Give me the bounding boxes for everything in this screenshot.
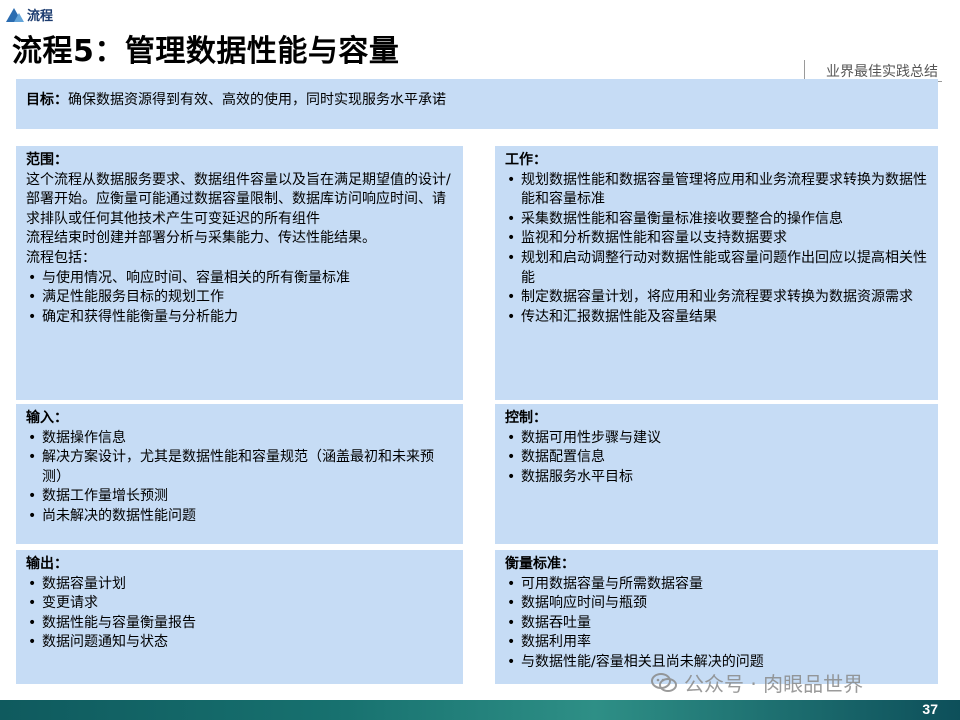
scope-paragraph: 流程包括： xyxy=(26,249,96,266)
scope-list: 与使用情况、响应时间、容量相关的所有衡量标准 满足性能服务目标的规划工作 确定和… xyxy=(26,269,453,328)
work-label: 工作： xyxy=(505,152,547,168)
work-box: 工作： 规划数据性能和数据容量管理将应用和业务流程要求转换为数据性能和容量标准 … xyxy=(495,146,938,400)
list-item: 确定和获得性能衡量与分析能力 xyxy=(26,308,453,328)
work-list: 规划数据性能和数据容量管理将应用和业务流程要求转换为数据性能和容量标准 采集数据… xyxy=(505,171,928,328)
list-item: 数据利用率 xyxy=(505,633,928,653)
list-item: 数据配置信息 xyxy=(505,448,928,468)
list-item: 变更请求 xyxy=(26,594,453,614)
list-item: 数据性能与容量衡量报告 xyxy=(26,614,453,634)
list-item: 满足性能服务目标的规划工作 xyxy=(26,288,453,308)
list-item: 与使用情况、响应时间、容量相关的所有衡量标准 xyxy=(26,269,453,289)
input-list: 数据操作信息 解决方案设计，尤其是数据性能和容量规范（涵盖最初和未来预测） 数据… xyxy=(26,429,453,527)
list-item: 解决方案设计，尤其是数据性能和容量规范（涵盖最初和未来预测） xyxy=(26,448,453,487)
list-item: 制定数据容量计划，将应用和业务流程要求转换为数据资源需求 xyxy=(505,288,928,308)
list-item: 数据响应时间与瓶颈 xyxy=(505,594,928,614)
control-list: 数据可用性步骤与建议 数据配置信息 数据服务水平目标 xyxy=(505,429,928,488)
best-practice-tag-text: 业界最佳实践总结 xyxy=(826,63,938,80)
scope-paragraph: 流程结束时创建并部署分析与采集能力、传达性能结果。 xyxy=(26,230,376,247)
watermark-text: 公众号 · 肉眼品世界 xyxy=(684,672,864,696)
scope-paragraph: 这个流程从数据服务要求、数据组件容量以及旨在满足期望值的设计/部署开始。应衡量可… xyxy=(26,171,451,227)
list-item: 数据问题通知与状态 xyxy=(26,633,453,653)
footer-bar: 37 xyxy=(0,700,960,720)
list-item: 尚未解决的数据性能问题 xyxy=(26,507,453,527)
list-item: 数据容量计划 xyxy=(26,575,453,595)
metrics-list: 可用数据容量与所需数据容量 数据响应时间与瓶颈 数据吞吐量 数据利用率 与数据性… xyxy=(505,575,928,673)
list-item: 数据操作信息 xyxy=(26,429,453,449)
list-item: 数据可用性步骤与建议 xyxy=(505,429,928,449)
list-item: 采集数据性能和容量衡量标准接收要整合的操作信息 xyxy=(505,210,928,230)
page-number: 37 xyxy=(922,701,938,717)
list-item: 规划数据性能和数据容量管理将应用和业务流程要求转换为数据性能和容量标准 xyxy=(505,171,928,210)
metrics-box: 衡量标准： 可用数据容量与所需数据容量 数据响应时间与瓶颈 数据吞吐量 数据利用… xyxy=(495,550,938,684)
control-label: 控制： xyxy=(505,410,547,426)
list-item: 数据服务水平目标 xyxy=(505,468,928,488)
list-item: 传达和汇报数据性能及容量结果 xyxy=(505,308,928,328)
input-box: 输入： 数据操作信息 解决方案设计，尤其是数据性能和容量规范（涵盖最初和未来预测… xyxy=(16,404,463,544)
list-item: 规划和启动调整行动对数据性能或容量问题作出回应以提高相关性能 xyxy=(505,249,928,288)
output-box: 输出： 数据容量计划 变更请求 数据性能与容量衡量报告 数据问题通知与状态 xyxy=(16,550,463,684)
list-item: 监视和分析数据性能和容量以支持数据要求 xyxy=(505,229,928,249)
list-item: 数据工作量增长预测 xyxy=(26,487,453,507)
page-title: 流程5：管理数据性能与容量 xyxy=(12,34,400,69)
output-list: 数据容量计划 变更请求 数据性能与容量衡量报告 数据问题通知与状态 xyxy=(26,575,453,653)
goal-label: 目标： xyxy=(26,92,68,108)
metrics-label: 衡量标准： xyxy=(505,556,575,572)
watermark: 公众号 · 肉眼品世界 xyxy=(650,668,863,697)
logo-text: 流程 xyxy=(27,8,54,24)
logo: 流程 xyxy=(5,4,53,24)
list-item: 数据吞吐量 xyxy=(505,614,928,634)
wechat-icon xyxy=(651,672,677,692)
scope-label: 范围： xyxy=(26,152,68,168)
scope-box: 范围： 这个流程从数据服务要求、数据组件容量以及旨在满足期望值的设计/部署开始。… xyxy=(16,146,463,400)
goal-box: 目标：确保数据资源得到有效、高效的使用，同时实现服务水平承诺 xyxy=(16,79,938,129)
output-label: 输出： xyxy=(26,556,68,572)
logo-mountain-icon xyxy=(6,8,24,22)
input-label: 输入： xyxy=(26,410,68,426)
control-box: 控制： 数据可用性步骤与建议 数据配置信息 数据服务水平目标 xyxy=(495,404,938,544)
list-item: 可用数据容量与所需数据容量 xyxy=(505,575,928,595)
goal-text: 确保数据资源得到有效、高效的使用，同时实现服务水平承诺 xyxy=(68,92,446,108)
